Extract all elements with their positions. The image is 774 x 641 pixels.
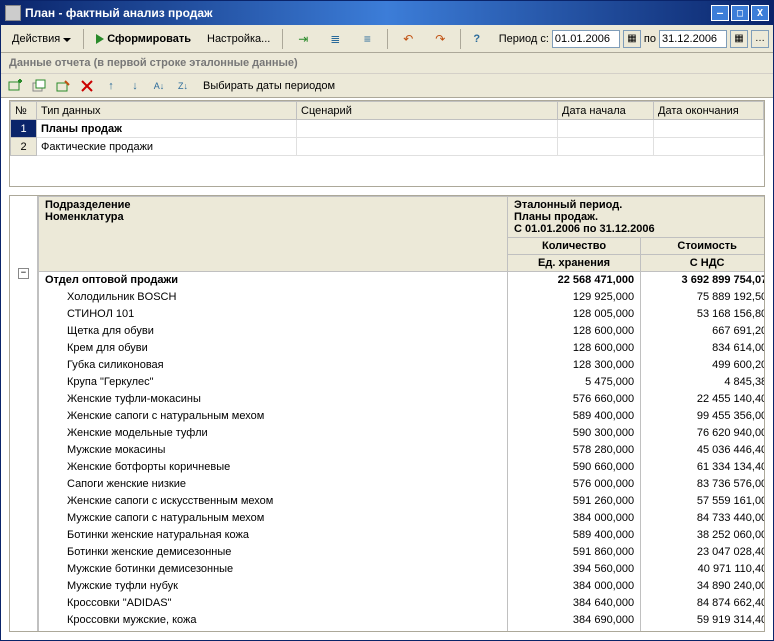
chevron-down-icon <box>63 38 71 42</box>
data-types-grid[interactable]: № Тип данных Сценарий Дата начала Дата о… <box>9 100 765 187</box>
move-down-button[interactable]: ↓ <box>125 76 145 96</box>
add-row-button[interactable] <box>5 76 25 96</box>
report-row[interactable]: Женские модельные туфли590 300,00076 620… <box>39 425 765 442</box>
report-row[interactable]: Ботинки женские натуральная кожа589 400,… <box>39 527 765 544</box>
tool-icon-2[interactable]: ≣ <box>320 28 350 50</box>
period-from-input[interactable] <box>552 30 620 48</box>
collapse-button[interactable]: − <box>18 268 29 279</box>
report-scroll[interactable]: Подразделение Номенклатура Эталонный пер… <box>38 196 764 631</box>
report-row[interactable]: Женские сапоги с натуральным мехом589 40… <box>39 408 765 425</box>
form-button[interactable]: Сформировать <box>89 30 198 48</box>
report-row[interactable]: Ботинки женские демисезонные591 860,0002… <box>39 544 765 561</box>
report-row[interactable]: Сапоги женские низкие576 000,00083 736 5… <box>39 476 765 493</box>
report-row[interactable]: Женские туфли-мокасины576 660,00022 455 … <box>39 391 765 408</box>
sort-asc-button[interactable]: A↓ <box>149 76 169 96</box>
hdr-vat: С НДС <box>641 255 764 272</box>
tool-icon-1[interactable]: ⇥ <box>288 28 318 50</box>
period-to-input[interactable] <box>659 30 727 48</box>
tool-icon-4[interactable]: ↶ <box>393 28 423 50</box>
hdr-qty: Количество <box>508 238 641 255</box>
maximize-button[interactable]: □ <box>731 5 749 21</box>
calendar-to-button[interactable]: ▦ <box>730 30 748 48</box>
col-num[interactable]: № <box>11 102 37 120</box>
report-row[interactable]: Щетка для обуви128 600,000667 691,2020,0… <box>39 323 765 340</box>
section-header: Данные отчета (в первой строке эталонные… <box>1 53 773 74</box>
report-row[interactable]: Губка силиконовая128 300,000499 600,2010… <box>39 357 765 374</box>
tool-icon-5[interactable]: ↷ <box>425 28 455 50</box>
play-icon <box>96 34 104 44</box>
window-title: План - фактный анализ продаж <box>25 6 213 20</box>
hdr-nomenclature: Подразделение Номенклатура <box>39 197 508 272</box>
hdr-cost: Стоимость <box>641 238 764 255</box>
sort-desc-button[interactable]: Z↓ <box>173 76 193 96</box>
secondary-toolbar: ↑ ↓ A↓ Z↓ Выбирать даты периодом <box>1 74 773 98</box>
report-row[interactable]: Мужские сапоги с натуральным мехом384 00… <box>39 510 765 527</box>
report-row[interactable]: Крем для обуви128 600,000834 614,0020,00… <box>39 340 765 357</box>
report-table: Подразделение Номенклатура Эталонный пер… <box>38 196 764 631</box>
main-toolbar: Действия Сформировать Настройка... ⇥ ≣ ≡… <box>1 25 773 53</box>
settings-button[interactable]: Настройка... <box>200 30 277 48</box>
close-button[interactable]: X <box>751 5 769 21</box>
report-row[interactable]: Крупа "Геркулес"5 475,0004 845,38 <box>39 374 765 391</box>
report-row[interactable]: СТИНОЛ 101128 005,00053 168 156,80 <box>39 306 765 323</box>
help-button[interactable]: ? <box>466 30 487 48</box>
data-type-row[interactable]: 1Планы продаж <box>11 120 764 138</box>
copy-row-button[interactable] <box>29 76 49 96</box>
report-row[interactable]: Мужские туфли нубук384 000,00034 890 240… <box>39 578 765 595</box>
report-row[interactable]: Кроссовки "ADIDAS"384 640,00084 874 662,… <box>39 595 765 612</box>
tree-gutter: − <box>10 196 38 631</box>
col-scenario[interactable]: Сценарий <box>297 102 558 120</box>
report-area: − Подразделение Номенклатура Эталонный п… <box>9 195 765 632</box>
period-label: Период с: <box>499 33 549 45</box>
period-to-label: по <box>644 33 656 45</box>
report-row[interactable]: Кроссовки мужские, кожа384 690,00059 919… <box>39 612 765 629</box>
period-ellipsis-button[interactable]: … <box>751 30 769 48</box>
delete-row-button[interactable] <box>77 76 97 96</box>
move-up-button[interactable]: ↑ <box>101 76 121 96</box>
calendar-from-button[interactable]: ▦ <box>623 30 641 48</box>
report-row[interactable]: Женские сапоги с искусственным мехом591 … <box>39 493 765 510</box>
hdr-unit: Ед. хранения <box>508 255 641 272</box>
edit-row-button[interactable] <box>53 76 73 96</box>
titlebar: План - фактный анализ продаж — □ X <box>1 1 773 25</box>
col-end[interactable]: Дата окончания <box>654 102 764 120</box>
app-icon <box>5 5 21 21</box>
tool-icon-3[interactable]: ≡ <box>352 28 382 50</box>
col-type[interactable]: Тип данных <box>37 102 297 120</box>
minimize-button[interactable]: — <box>711 5 729 21</box>
report-row[interactable]: Холодильник BOSCH129 925,00075 889 192,5… <box>39 289 765 306</box>
select-dates-label[interactable]: Выбирать даты периодом <box>203 80 335 92</box>
report-row[interactable]: Мужские мокасины578 280,00045 036 446,40… <box>39 442 765 459</box>
actions-menu[interactable]: Действия <box>5 30 78 48</box>
report-row[interactable]: Сапоги женские высокие580 140,00090 362 … <box>39 629 765 632</box>
report-row[interactable]: Мужские ботинки демисезонные394 560,0004… <box>39 561 765 578</box>
hdr-reference: Эталонный период. Планы продаж. С 01.01.… <box>508 197 765 238</box>
col-start[interactable]: Дата начала <box>558 102 654 120</box>
report-row[interactable]: Женские ботфорты коричневые590 660,00061… <box>39 459 765 476</box>
report-total-row[interactable]: Отдел оптовой продажи22 568 471,0003 692… <box>39 272 765 289</box>
data-type-row[interactable]: 2Фактические продажи <box>11 138 764 156</box>
